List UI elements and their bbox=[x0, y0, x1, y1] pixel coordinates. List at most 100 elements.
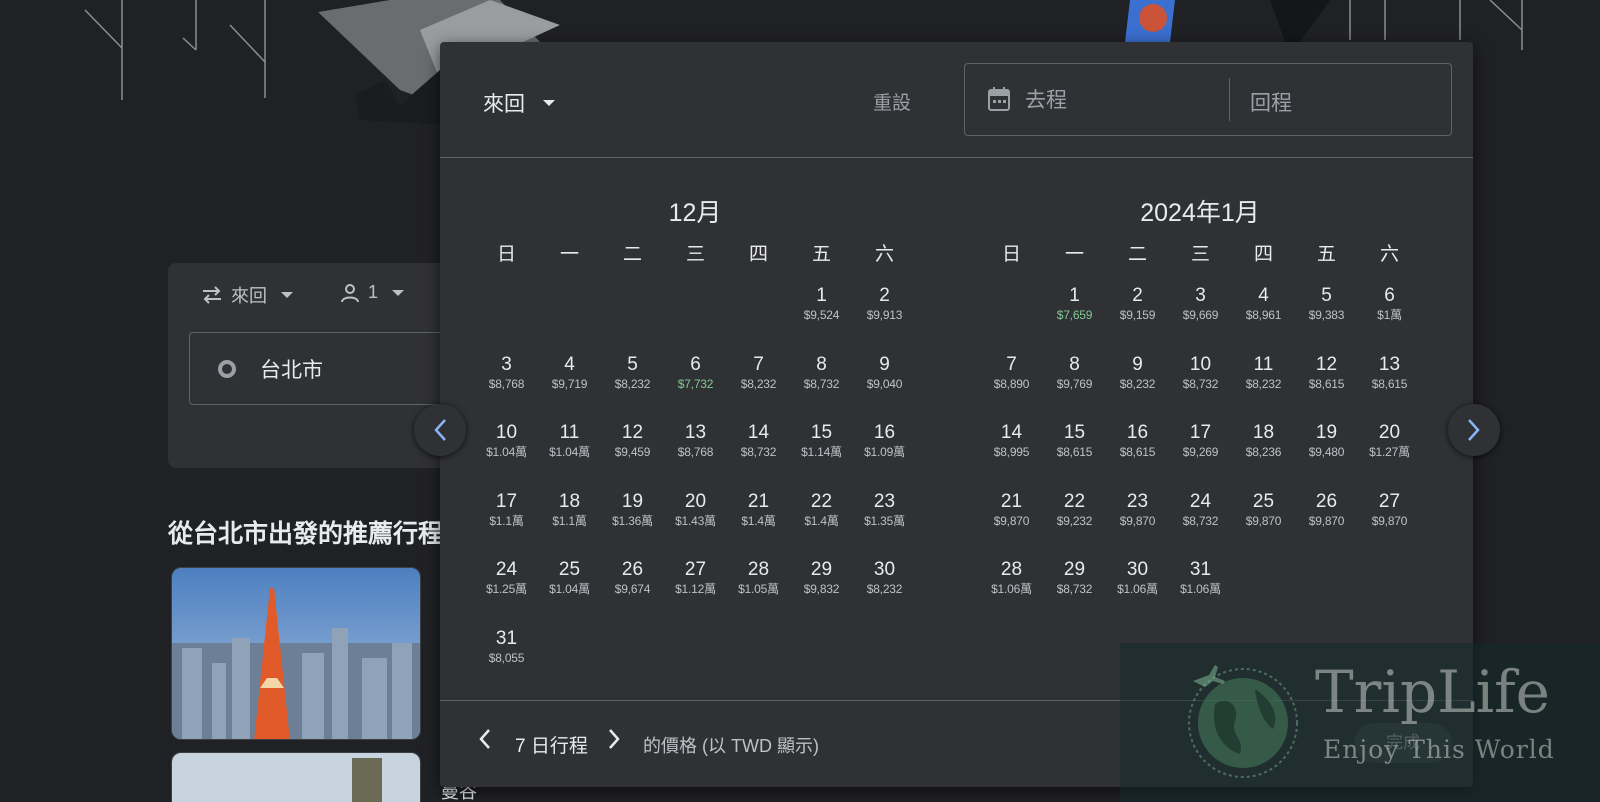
calendar-day[interactable]: 29 $8,732 bbox=[1043, 559, 1106, 598]
trip-type-dropdown-bg[interactable]: 來回 bbox=[201, 282, 293, 308]
done-button[interactable]: 完成 bbox=[1354, 723, 1452, 763]
calendar-day[interactable]: 16 $8,615 bbox=[1106, 422, 1169, 461]
day-number: 29 bbox=[1063, 559, 1086, 580]
calendar-day[interactable]: 28 $1.06萬 bbox=[980, 559, 1043, 598]
calendar-day[interactable]: 4 $9,719 bbox=[538, 354, 601, 393]
calendar-day[interactable]: 23 $1.35萬 bbox=[853, 491, 916, 530]
day-price: $1.43萬 bbox=[675, 513, 716, 528]
day-price: $9,913 bbox=[866, 308, 903, 322]
calendar-day[interactable]: 19 $1.36萬 bbox=[601, 491, 664, 530]
calendar-day[interactable]: 30 $1.06萬 bbox=[1106, 559, 1169, 598]
calendar-day[interactable]: 8 $8,732 bbox=[790, 354, 853, 393]
calendar-day[interactable]: 7 $8,890 bbox=[980, 354, 1043, 393]
calendar-day[interactable]: 11 $8,232 bbox=[1232, 354, 1295, 393]
calendar-day[interactable]: 15 $1.14萬 bbox=[790, 422, 853, 461]
calendar-day[interactable]: 19 $9,480 bbox=[1295, 422, 1358, 461]
calendar-day[interactable]: 28 $1.05萬 bbox=[727, 559, 790, 598]
calendar-day[interactable]: 3 $9,669 bbox=[1169, 285, 1232, 324]
day-number: 3 bbox=[501, 353, 512, 375]
chevron-down-icon bbox=[543, 100, 555, 106]
calendar-day[interactable]: 21 $9,870 bbox=[980, 491, 1043, 530]
calendar-day[interactable]: 9 $8,232 bbox=[1106, 354, 1169, 393]
calendar-day[interactable]: 10 $8,732 bbox=[1169, 354, 1232, 393]
bangkok-image[interactable] bbox=[171, 752, 421, 802]
calendar-day[interactable]: 1 $9,524 bbox=[790, 285, 853, 324]
calendar-day[interactable]: 17 $1.1萬 bbox=[475, 491, 538, 530]
weekday-header: 五 bbox=[811, 244, 831, 265]
calendar-day[interactable]: 24 $1.25萬 bbox=[475, 559, 538, 598]
calendar-day[interactable]: 20 $1.43萬 bbox=[664, 491, 727, 530]
calendar-day[interactable]: 12 $8,615 bbox=[1295, 354, 1358, 393]
calendar-day[interactable]: 14 $8,732 bbox=[727, 422, 790, 461]
calendar-day[interactable]: 8 $9,769 bbox=[1043, 354, 1106, 393]
calendar-day[interactable]: 13 $8,768 bbox=[664, 422, 727, 461]
calendar-day[interactable]: 2 $9,913 bbox=[853, 285, 916, 324]
previous-month-button[interactable] bbox=[414, 404, 466, 456]
calendar-day[interactable]: 24 $8,732 bbox=[1169, 491, 1232, 530]
return-date-input[interactable]: 回程 bbox=[1250, 87, 1292, 117]
calendar-day[interactable]: 10 $1.04萬 bbox=[475, 422, 538, 461]
reset-button[interactable]: 重設 bbox=[873, 88, 911, 115]
calendar-day[interactable]: 25 $1.04萬 bbox=[538, 559, 601, 598]
day-price: $9,870 bbox=[1371, 513, 1408, 528]
calendar-day[interactable]: 26 $9,674 bbox=[601, 559, 664, 598]
calendar-day[interactable]: 6 $7,732 bbox=[664, 354, 727, 393]
calendar-day[interactable]: 21 $1.4萬 bbox=[727, 491, 790, 530]
calendar-day[interactable]: 15 $8,615 bbox=[1043, 422, 1106, 461]
calendar-day[interactable]: 6 $1萬 bbox=[1358, 285, 1421, 324]
calendar-day[interactable]: 5 $9,383 bbox=[1295, 285, 1358, 324]
tokyo-tower-image[interactable] bbox=[171, 567, 421, 740]
calendar-day[interactable]: 20 $1.27萬 bbox=[1358, 422, 1421, 461]
calendar-day[interactable]: 16 $1.09萬 bbox=[853, 422, 916, 461]
trip-type-dropdown[interactable]: 來回 bbox=[483, 88, 555, 118]
calendar-day[interactable]: 29 $9,832 bbox=[790, 559, 853, 598]
calendar-day[interactable]: 22 $9,232 bbox=[1043, 491, 1106, 530]
calendar-day[interactable]: 22 $1.4萬 bbox=[790, 491, 853, 530]
calendar-day[interactable]: 31 $1.06萬 bbox=[1169, 559, 1232, 598]
calendar-day[interactable]: 13 $8,615 bbox=[1358, 354, 1421, 393]
calendar-day[interactable]: 11 $1.04萬 bbox=[538, 422, 601, 461]
swap-icon bbox=[203, 286, 221, 304]
day-number: 31 bbox=[495, 627, 518, 649]
next-month-button[interactable] bbox=[1448, 404, 1500, 456]
weekday-header: 四 bbox=[748, 244, 768, 265]
day-number: 13 bbox=[1378, 353, 1401, 375]
calendar-day[interactable]: 18 $8,236 bbox=[1232, 422, 1295, 461]
calendar-day[interactable]: 31 $8,055 bbox=[475, 628, 538, 667]
day-price: $9,159 bbox=[1119, 308, 1156, 322]
weekday-header: 六 bbox=[874, 244, 894, 265]
calendar-day[interactable]: 23 $9,870 bbox=[1106, 491, 1169, 530]
calendar-day[interactable]: 26 $9,870 bbox=[1295, 491, 1358, 530]
calendar-day[interactable]: 3 $8,768 bbox=[475, 354, 538, 393]
day-price: $8,961 bbox=[1245, 308, 1282, 322]
currency-note: 的價格 (以 TWD 顯示) bbox=[643, 736, 819, 756]
day-number: 19 bbox=[621, 490, 644, 512]
calendar-day[interactable]: 18 $1.1萬 bbox=[538, 491, 601, 530]
chevron-right-icon[interactable] bbox=[607, 727, 621, 751]
day-number: 22 bbox=[1063, 490, 1086, 512]
weekday-header: 日 bbox=[496, 244, 516, 265]
calendar-day[interactable]: 2 $9,159 bbox=[1106, 285, 1169, 324]
day-price: $9,870 bbox=[1245, 513, 1282, 528]
calendar-day[interactable]: 14 $8,995 bbox=[980, 422, 1043, 461]
day-number: 18 bbox=[558, 490, 581, 512]
month-title: 12月 bbox=[668, 199, 722, 227]
calendar-day[interactable]: 1 $7,659 bbox=[1043, 285, 1106, 324]
calendar-day[interactable]: 9 $9,040 bbox=[853, 354, 916, 393]
calendar-day[interactable]: 5 $8,232 bbox=[601, 354, 664, 393]
departure-date-input[interactable]: 去程 bbox=[987, 84, 1067, 114]
calendar-day[interactable]: 12 $9,459 bbox=[601, 422, 664, 461]
weekday-header: 日 bbox=[1001, 244, 1021, 265]
calendar-day[interactable]: 4 $8,961 bbox=[1232, 285, 1295, 324]
calendar-day[interactable]: 25 $9,870 bbox=[1232, 491, 1295, 530]
calendar-day[interactable]: 17 $9,269 bbox=[1169, 422, 1232, 461]
calendar-day[interactable]: 7 $8,232 bbox=[727, 354, 790, 393]
chevron-left-icon[interactable] bbox=[478, 727, 492, 751]
day-number: 15 bbox=[810, 422, 833, 443]
passenger-dropdown-bg[interactable]: 1 bbox=[340, 282, 405, 303]
weekday-header: 二 bbox=[622, 244, 642, 265]
day-price: $1.1萬 bbox=[489, 513, 524, 528]
calendar-day[interactable]: 30 $8,232 bbox=[853, 559, 916, 598]
calendar-day[interactable]: 27 $9,870 bbox=[1358, 491, 1421, 530]
calendar-day[interactable]: 27 $1.12萬 bbox=[664, 559, 727, 598]
